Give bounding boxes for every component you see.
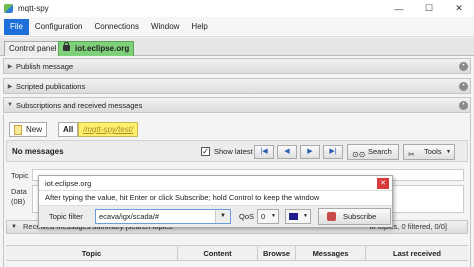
column-browse[interactable]: Browse bbox=[258, 246, 296, 261]
lock-icon bbox=[63, 42, 70, 51]
color-picker[interactable]: ▼ bbox=[285, 209, 311, 224]
collapse-arrow-icon: ▼ bbox=[7, 102, 13, 108]
menu-window[interactable]: Window bbox=[145, 19, 185, 35]
minimize-button[interactable]: — bbox=[384, 0, 414, 17]
popup-header: iot.eclipse.org ✕ bbox=[39, 176, 392, 191]
expand-arrow-icon: ▶ bbox=[7, 83, 13, 90]
tab-new-subscription[interactable]: New bbox=[9, 122, 48, 137]
data-label: Data bbox=[11, 187, 27, 196]
tools-icon: ✂ bbox=[408, 150, 415, 159]
first-message-button[interactable]: |◀ bbox=[254, 145, 274, 159]
tools-button-label: Tools bbox=[424, 147, 442, 156]
window-titlebar: mqtt-spy — ☐ ✕ bbox=[0, 0, 474, 17]
topic-filter-label: Topic filter bbox=[49, 212, 83, 221]
menu-help[interactable]: Help bbox=[185, 19, 213, 35]
subscriptions-label: Subscriptions and received messages bbox=[16, 100, 143, 110]
color-swatch bbox=[289, 213, 298, 220]
tab-connection[interactable]: iot.eclipse.org bbox=[58, 41, 135, 56]
scripted-publications-panel[interactable]: ▶ Scripted publications bbox=[3, 78, 471, 94]
subscribe-button[interactable]: Subscribe bbox=[318, 208, 391, 225]
panel-options-icon[interactable]: • bbox=[459, 82, 468, 91]
window-controls: — ☐ ✕ bbox=[384, 0, 474, 17]
subscribe-row: Topic filter ecava/igx/scada/# ▼ QoS 0 ▼… bbox=[39, 205, 392, 227]
column-last-received[interactable]: Last received bbox=[366, 246, 468, 261]
collapse-arrow-icon: ▼ bbox=[11, 224, 17, 230]
app-icon bbox=[4, 4, 13, 13]
qos-select[interactable]: 0 ▼ bbox=[257, 209, 279, 224]
last-message-button[interactable]: ▶| bbox=[323, 145, 343, 159]
close-icon[interactable]: ✕ bbox=[377, 178, 389, 189]
no-messages-label: No messages bbox=[12, 147, 64, 156]
tab-control-panel[interactable]: Control panel bbox=[4, 41, 62, 56]
column-topic[interactable]: Topic bbox=[6, 246, 178, 261]
subscription-tabs: New All /mqtt-spy/test/ bbox=[3, 118, 468, 138]
popup-hint: After typing the value, hit Enter or cli… bbox=[45, 193, 320, 202]
publish-message-label: Publish message bbox=[16, 61, 74, 71]
subscriptions-panel[interactable]: ▼ Subscriptions and received messages bbox=[3, 97, 471, 113]
show-latest-checkbox[interactable]: ✓ bbox=[201, 147, 210, 156]
menu-configuration[interactable]: Configuration bbox=[29, 19, 89, 35]
chevron-down-icon: ▼ bbox=[303, 213, 308, 219]
menu-connections[interactable]: Connections bbox=[88, 19, 144, 35]
show-latest-label: Show latest bbox=[214, 147, 253, 156]
scripted-publications-label: Scripted publications bbox=[16, 81, 86, 91]
tab-all[interactable]: All bbox=[58, 122, 79, 137]
messages-toolbar: No messages ✓ Show latest |◀ ◀ ▶ ▶| ⊙⊙ S… bbox=[6, 140, 468, 162]
maximize-button[interactable]: ☐ bbox=[414, 0, 444, 17]
publish-message-panel[interactable]: ▶ Publish message bbox=[3, 58, 471, 74]
qos-value: 0 bbox=[261, 212, 266, 221]
previous-message-button[interactable]: ◀ bbox=[277, 145, 297, 159]
expand-arrow-icon: ▶ bbox=[7, 63, 13, 70]
chevron-down-icon[interactable]: ▼ bbox=[215, 210, 230, 223]
topic-label: Topic bbox=[11, 171, 29, 180]
subscribe-icon bbox=[327, 212, 336, 221]
next-message-button[interactable]: ▶ bbox=[300, 145, 320, 159]
column-messages[interactable]: Messages bbox=[296, 246, 366, 261]
menu-bar: File Configuration Connections Window He… bbox=[0, 17, 474, 37]
column-content[interactable]: Content bbox=[178, 246, 258, 261]
search-button[interactable]: ⊙⊙ Search bbox=[347, 144, 399, 160]
search-button-label: Search bbox=[368, 147, 392, 156]
panel-options-icon[interactable]: • bbox=[459, 101, 468, 110]
window-title: mqtt-spy bbox=[18, 4, 49, 13]
subscribe-popup: iot.eclipse.org ✕ After typing the value… bbox=[38, 175, 393, 227]
topic-filter-input[interactable]: ecava/igx/scada/# bbox=[95, 209, 231, 224]
connection-tab-bar: Control panel iot.eclipse.org bbox=[0, 38, 474, 56]
binoculars-icon: ⊙⊙ bbox=[352, 150, 366, 159]
qos-label: QoS bbox=[239, 212, 255, 221]
chevron-down-icon: ▼ bbox=[271, 213, 276, 219]
panel-options-icon[interactable]: • bbox=[459, 62, 468, 71]
chevron-down-icon: ▼ bbox=[446, 149, 451, 155]
new-document-icon bbox=[14, 125, 22, 135]
menu-file[interactable]: File bbox=[4, 18, 29, 35]
summary-table-header: Topic Content Browse Messages Last recei… bbox=[6, 245, 468, 261]
tab-topic-subscription[interactable]: /mqtt-spy/test/ bbox=[78, 122, 139, 137]
popup-title: iot.eclipse.org bbox=[45, 179, 92, 188]
tab-new-label: New bbox=[26, 125, 43, 134]
subscribe-button-label: Subscribe bbox=[343, 212, 377, 221]
close-button[interactable]: ✕ bbox=[444, 0, 474, 17]
data-size-label: (0B) bbox=[11, 197, 26, 206]
tab-connection-label: iot.eclipse.org bbox=[75, 44, 130, 53]
tools-button[interactable]: ✂ Tools ▼ bbox=[403, 144, 455, 160]
